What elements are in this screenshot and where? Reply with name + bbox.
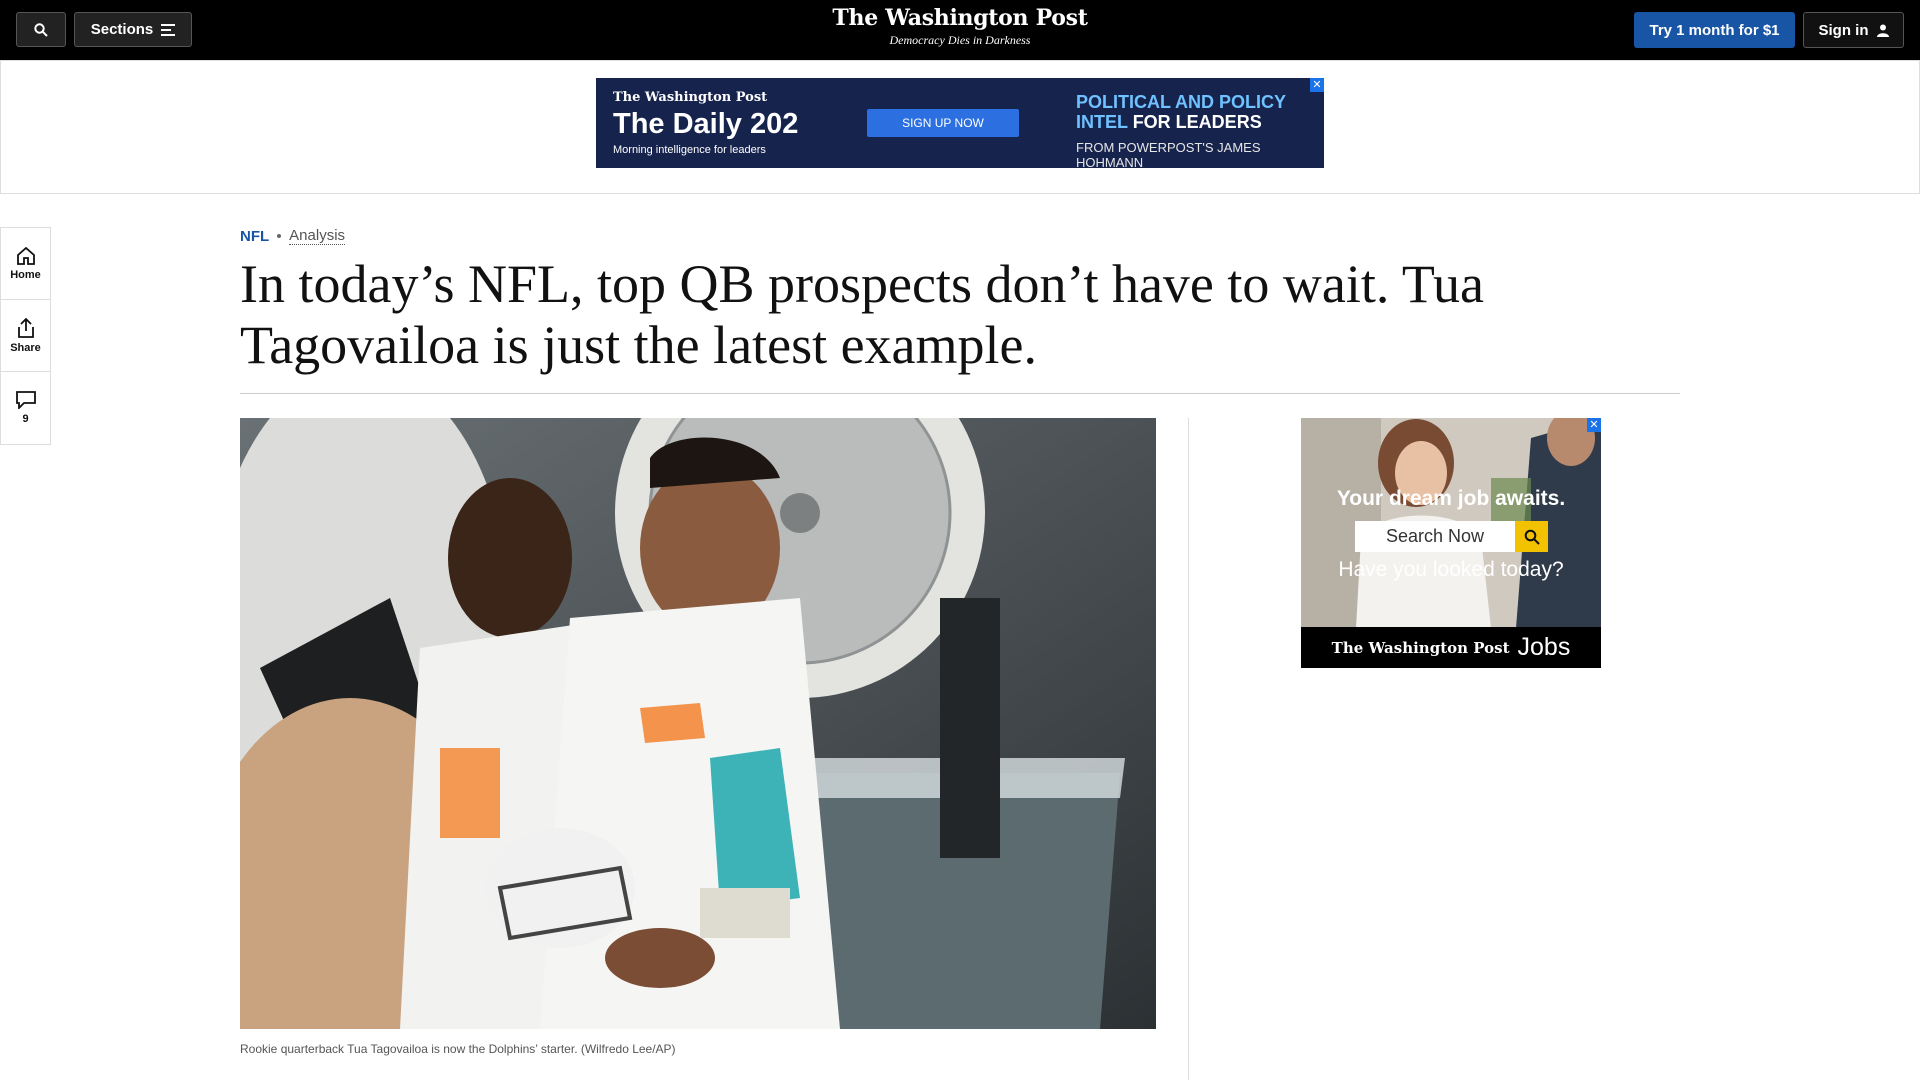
user-icon [1876,24,1889,37]
site-logo[interactable]: The Washington Post [760,5,1160,31]
article-headline: In today’s NFL, top QB prospects don’t h… [240,254,1484,375]
banner-subtitle: Morning intelligence for leaders [613,144,766,156]
ad-close-icon[interactable]: ✕ [1310,78,1324,92]
rail-share-label: Share [10,341,41,354]
article-kicker: NFL Analysis [240,227,346,245]
left-rail: Home Share 9 [0,227,51,445]
daily-202-banner-ad[interactable]: The Washington Post The Daily 202 Mornin… [596,78,1324,168]
rail-home-label: Home [10,268,41,281]
comment-icon [15,391,36,409]
jobs-search-field[interactable]: Search Now [1355,521,1515,552]
search-icon [34,22,48,37]
menu-icon [161,23,176,36]
search-button[interactable] [16,12,66,47]
jobs-ad-question: Have you looked today? [1338,558,1564,581]
jobs-search-button[interactable] [1515,521,1548,552]
banner-tagline: POLITICAL AND POLICY INTEL FOR LEADERS [1076,92,1286,132]
top-nav-bar: Sections The Washington Post Democracy D… [0,0,1920,60]
banner-tagline-intel: INTEL [1076,112,1128,132]
headline-divider [240,393,1680,394]
banner-byline: FROM POWERPOST'S JAMES HOHMANN [1076,140,1261,168]
lead-photo-illustration [240,418,1156,1029]
photo-caption: Rookie quarterback Tua Tagovailoa is now… [240,1042,676,1056]
sign-in-button[interactable]: Sign in [1803,12,1904,48]
banner-title: The Daily 202 [613,108,799,140]
search-icon [1524,529,1540,545]
jobs-side-ad[interactable]: Your dream job awaits. Search Now Have y… [1301,418,1601,668]
masthead[interactable]: The Washington Post Democracy Dies in Da… [760,5,1160,48]
subscribe-button[interactable]: Try 1 month for $1 [1634,12,1795,48]
site-tagline: Democracy Dies in Darkness [889,33,1031,47]
jobs-ad-logo: The Washington Post [1331,638,1510,657]
analysis-label[interactable]: Analysis [289,227,346,245]
share-icon [17,317,34,338]
banner-signup-button[interactable]: SIGN UP NOW [867,109,1019,137]
rail-home-button[interactable]: Home [1,228,50,300]
section-link[interactable]: NFL [240,228,269,245]
sections-label: Sections [90,21,154,38]
banner-tagline-leaders: FOR LEADERS [1132,112,1262,132]
rail-share-button[interactable]: Share [1,300,50,372]
rail-comments-count: 9 [22,413,29,425]
side-ad-close-icon[interactable]: ✕ [1587,418,1601,432]
lead-photo[interactable] [240,418,1156,1029]
column-divider [1188,418,1189,1080]
sign-in-label: Sign in [1818,21,1869,39]
jobs-ad-headline: Your dream job awaits. [1336,487,1566,510]
banner-tagline-line1: POLITICAL AND POLICY [1076,92,1287,112]
sections-button[interactable]: Sections [74,12,192,47]
kicker-separator [277,234,282,238]
home-icon [16,246,35,265]
jobs-ad-jobs: Jobs [1517,633,1571,661]
rail-comments-button[interactable]: 9 [1,372,50,444]
jobs-ad-footer: The Washington Post Jobs [1301,627,1601,668]
banner-logo: The Washington Post [613,90,768,105]
